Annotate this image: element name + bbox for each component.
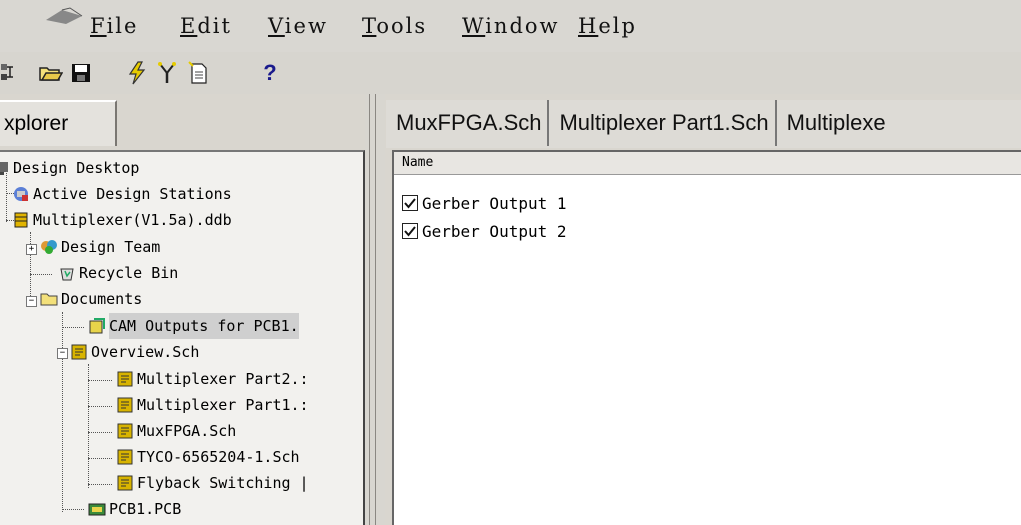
tree-item-label: CAM Outputs for PCB1. bbox=[109, 313, 299, 339]
tree-connector bbox=[62, 509, 84, 510]
design-manager-button[interactable] bbox=[0, 58, 24, 88]
menu-file[interactable]: File bbox=[90, 14, 138, 38]
list-item-label: Gerber Output 1 bbox=[422, 193, 567, 213]
tree-item-design-team[interactable]: Design Team bbox=[40, 234, 160, 260]
open-folder-icon bbox=[39, 67, 63, 81]
menu-bar: File Edit View Tools Window Help bbox=[0, 0, 1021, 52]
schematic-icon bbox=[117, 423, 133, 439]
tree-item-label: Flyback Switching | bbox=[137, 474, 309, 492]
menu-window[interactable]: Window bbox=[462, 14, 560, 38]
tab-multiplexer-part1[interactable]: Multiplexer Part1.Sch bbox=[549, 100, 777, 146]
tree-item-label: Active Design Stations bbox=[33, 185, 232, 203]
checkmark-icon bbox=[404, 198, 416, 209]
tree-connector bbox=[88, 484, 112, 485]
schematic-icon bbox=[117, 397, 133, 413]
tree-item-label: PCB1.PCB bbox=[109, 500, 182, 518]
column-header-label: Name bbox=[402, 155, 434, 170]
tree-item-label: Recycle Bin bbox=[79, 264, 179, 282]
pcb-icon bbox=[88, 503, 106, 516]
toolbar: ? bbox=[0, 52, 1021, 94]
tree-connector bbox=[88, 380, 112, 381]
database-icon bbox=[14, 212, 28, 228]
menu-help[interactable]: Help bbox=[578, 14, 637, 38]
tree-item-part2[interactable]: Multiplexer Part2.: bbox=[116, 366, 309, 392]
tree-item-label: Overview.Sch bbox=[91, 343, 200, 361]
tree-connector bbox=[88, 458, 112, 459]
tree-item-recycle-bin[interactable]: Recycle Bin bbox=[58, 260, 178, 286]
tree-item-label: Multiplexer Part2.: bbox=[137, 370, 309, 388]
document-tabs: MuxFPGA.Sch Multiplexer Part1.Sch Multiple… bbox=[386, 100, 1021, 148]
tree-item-label: Documents bbox=[61, 290, 143, 308]
tree-item-active-stations[interactable]: Active Design Stations bbox=[12, 181, 232, 207]
tree-item-tyco[interactable]: TYCO-6565204-1.Sch bbox=[116, 444, 300, 470]
probe-button[interactable] bbox=[152, 58, 182, 88]
tree-connector bbox=[30, 232, 31, 302]
name-column-header[interactable]: Name bbox=[394, 152, 1021, 175]
tree-item-flyback[interactable]: Flyback Switching | bbox=[116, 470, 309, 496]
schematic-icon bbox=[117, 371, 133, 387]
cam-output-icon bbox=[89, 318, 105, 334]
lightning-icon bbox=[128, 61, 146, 85]
open-button[interactable] bbox=[36, 58, 66, 88]
tab-muxfpga[interactable]: MuxFPGA.Sch bbox=[386, 100, 550, 146]
document-list: Name Gerber Output 1 Gerber Output 2 bbox=[392, 150, 1021, 525]
tree-connector bbox=[62, 312, 63, 512]
schematic-icon bbox=[117, 475, 133, 491]
tree-item-label: TYCO-6565204-1.Sch bbox=[137, 448, 300, 466]
tree-connector bbox=[62, 327, 84, 328]
tree-item-documents[interactable]: Documents bbox=[40, 286, 142, 312]
tree-item-pcb[interactable]: PCB1.PCB bbox=[88, 496, 181, 522]
tree-item-part1[interactable]: Multiplexer Part1.: bbox=[116, 392, 309, 418]
desktop-icon bbox=[0, 162, 8, 175]
lightning-button[interactable] bbox=[122, 58, 152, 88]
tree-connector bbox=[88, 406, 112, 407]
tree-item-design-desktop[interactable]: Design Desktop bbox=[0, 155, 139, 181]
tree-connector bbox=[88, 364, 89, 488]
tree-item-label: Design Team bbox=[61, 238, 161, 256]
tree-item-label: Multiplexer(V1.5a).ddb bbox=[33, 211, 232, 229]
collapse-documents-toggle[interactable]: − bbox=[26, 296, 37, 307]
probe-icon bbox=[158, 62, 176, 83]
tab-multiplexer-truncated[interactable]: Multiplexe bbox=[777, 100, 892, 146]
list-item-gerber-output-1[interactable]: Gerber Output 1 bbox=[402, 190, 567, 216]
list-item-gerber-output-2[interactable]: Gerber Output 2 bbox=[402, 218, 567, 244]
collapse-overview-toggle[interactable]: − bbox=[57, 348, 68, 359]
stations-icon bbox=[14, 187, 28, 201]
tree-item-label: Design Desktop bbox=[13, 159, 140, 177]
tree-item-label: MuxFPGA.Sch bbox=[137, 422, 237, 440]
help-button[interactable]: ? bbox=[255, 58, 285, 88]
checkmark-icon bbox=[404, 226, 416, 237]
tree-item-label: Multiplexer Part1.: bbox=[137, 396, 309, 414]
save-disk-icon bbox=[72, 64, 90, 82]
menu-tools[interactable]: Tools bbox=[362, 14, 427, 38]
tree-item-muxfpga[interactable]: MuxFPGA.Sch bbox=[116, 418, 236, 444]
tree-connector bbox=[88, 432, 112, 433]
document-button[interactable] bbox=[183, 58, 213, 88]
expand-design-team-toggle[interactable]: + bbox=[26, 244, 37, 255]
tree-item-cam-outputs[interactable]: CAM Outputs for PCB1. bbox=[88, 313, 299, 339]
pane-splitter[interactable] bbox=[365, 94, 385, 525]
document-icon bbox=[188, 61, 207, 84]
design-manager-icon bbox=[1, 64, 13, 80]
recycle-bin-icon bbox=[60, 268, 74, 281]
explorer-tree: + − − Design Desktop Active Design Stati… bbox=[0, 150, 365, 525]
team-icon bbox=[41, 240, 57, 254]
tree-item-database[interactable]: Multiplexer(V1.5a).ddb bbox=[12, 207, 232, 233]
app-logo-icon bbox=[46, 7, 83, 24]
tree-item-overview[interactable]: Overview.Sch bbox=[70, 339, 199, 365]
schematic-icon bbox=[117, 449, 133, 465]
schematic-icon bbox=[71, 344, 87, 360]
menu-view[interactable]: View bbox=[268, 14, 328, 38]
folder-icon bbox=[40, 293, 58, 306]
menu-edit[interactable]: Edit bbox=[180, 14, 232, 38]
list-item-label: Gerber Output 2 bbox=[422, 221, 567, 241]
gerber-output-1-checkbox[interactable] bbox=[402, 195, 418, 211]
help-icon: ? bbox=[263, 60, 277, 85]
explorer-tab[interactable]: xplorer bbox=[0, 100, 117, 146]
save-button[interactable] bbox=[66, 58, 96, 88]
gerber-output-2-checkbox[interactable] bbox=[402, 223, 418, 239]
tree-connector bbox=[30, 274, 52, 275]
